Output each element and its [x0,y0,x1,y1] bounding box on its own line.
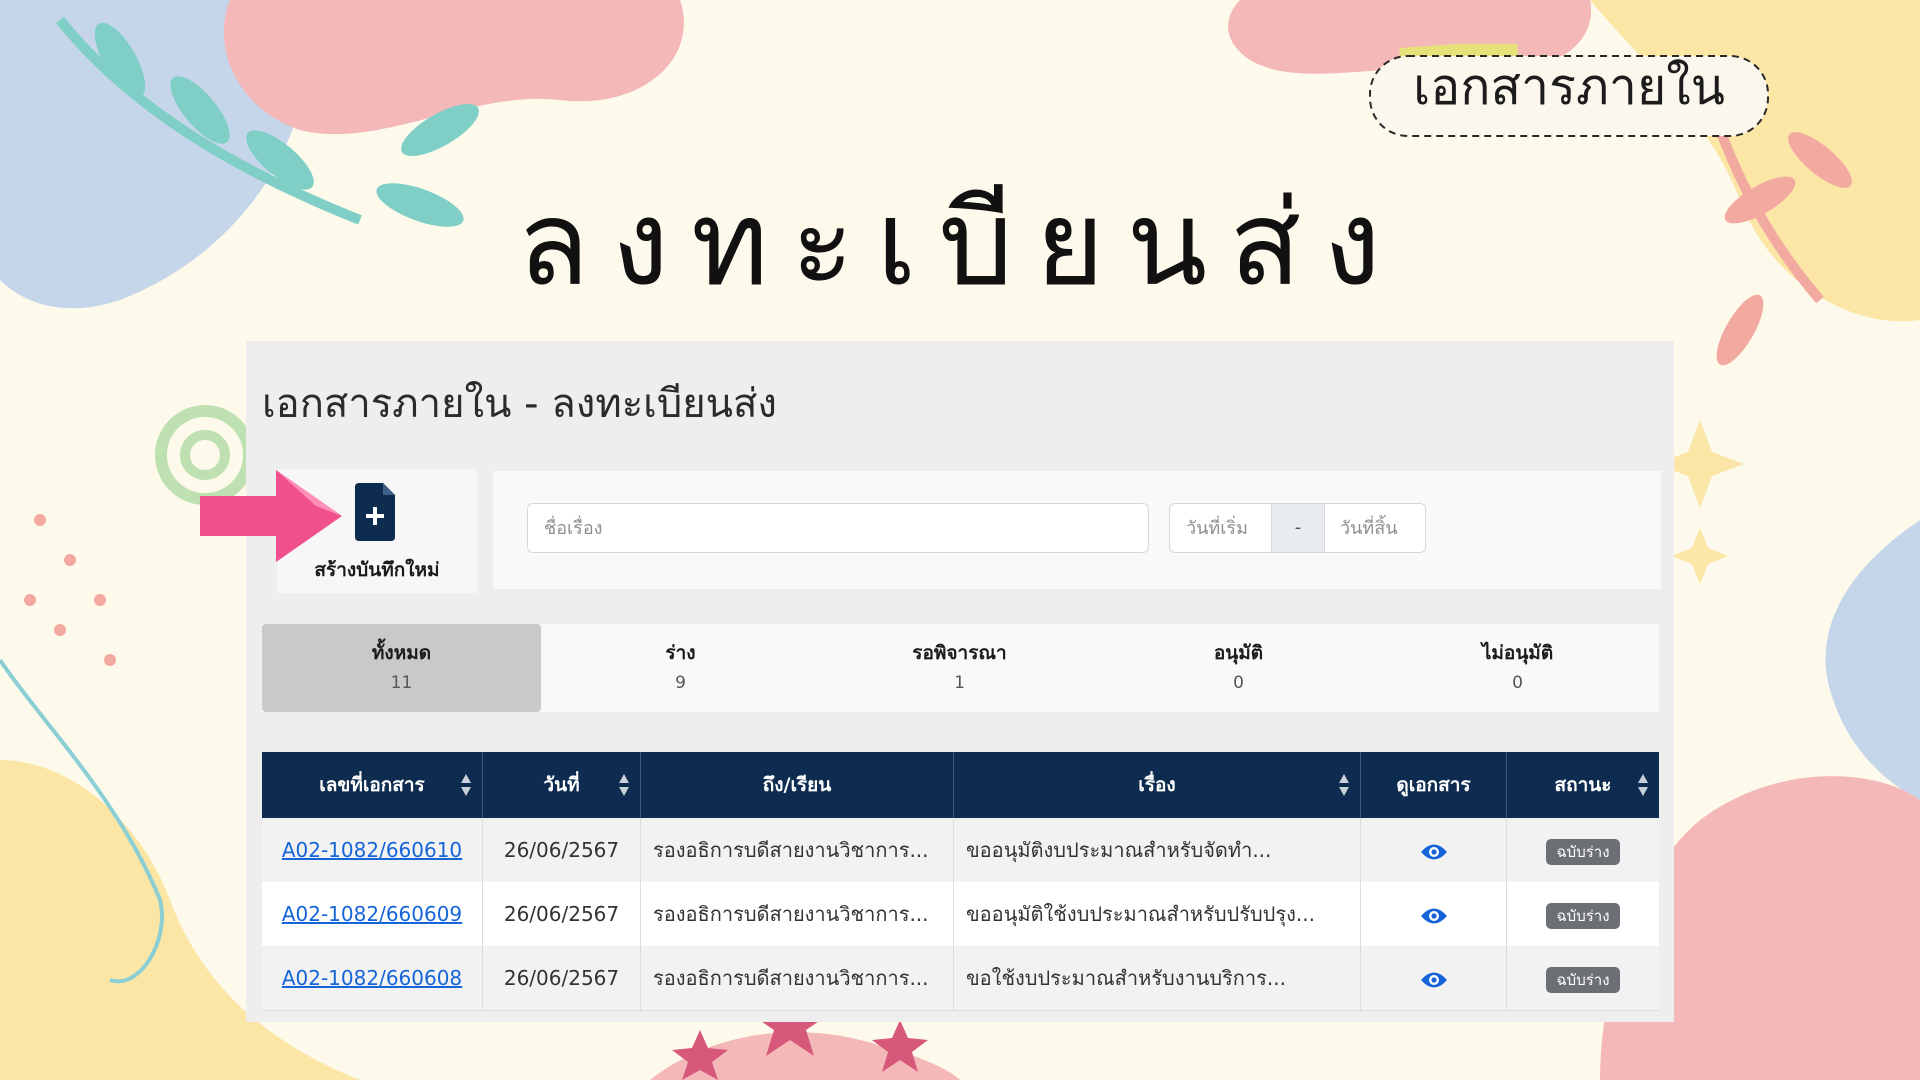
eye-icon[interactable] [1420,907,1448,925]
sort-icon [619,774,629,796]
end-date-input[interactable] [1324,504,1424,552]
table-row: A02-1082/660610 26/06/2567 รองอธิการบดีส… [262,818,1659,883]
tab-label: ไม่อนุมัติ [1481,642,1554,664]
doc-number-link[interactable]: A02-1082/660608 [282,966,462,990]
recipient-cell: รองอธิการบดีสายงานวิชาการ... [641,946,954,1010]
view-cell [1361,946,1507,1010]
sort-icon [1339,774,1349,796]
recipient-cell: รองอธิการบดีสายงานวิชาการ... [641,882,954,946]
date-range-separator: - [1271,504,1325,552]
header-label: ถึง/เรียน [762,774,832,796]
header-doc-number[interactable]: เลขที่เอกสาร [262,752,483,818]
table-row: A02-1082/660609 26/06/2567 รองอธิการบดีส… [262,882,1659,947]
date-cell: 26/06/2567 [483,818,641,882]
date-cell: 26/06/2567 [483,882,641,946]
start-date-input[interactable] [1170,504,1270,552]
subject-cell: ขออนุมัติงบประมาณสำหรับจัดทำ... [954,818,1361,882]
tab-all[interactable]: ทั้งหมด 11 [262,624,541,712]
recipient-cell: รองอธิการบดีสายงานวิชาการ... [641,818,954,882]
filter-bar: - [493,471,1661,589]
eye-icon[interactable] [1420,843,1448,861]
doc-number-cell: A02-1082/660608 [262,946,483,1010]
date-range-picker: - [1169,503,1426,553]
header-date[interactable]: วันที่ [483,752,641,818]
doc-number-link[interactable]: A02-1082/660610 [282,838,462,862]
status-tabs: ทั้งหมด 11 ร่าง 9 รอพิจารณา 1 อนุมัติ 0 … [262,624,1659,712]
doc-number-cell: A02-1082/660610 [262,818,483,882]
app-panel: เอกสารภายใน - ลงทะเบียนส่ง สร้างบันทึกให… [246,341,1674,1022]
tab-count: 9 [675,673,686,693]
doc-number-link[interactable]: A02-1082/660609 [282,902,462,926]
header-label: ดูเอกสาร [1396,774,1471,796]
page-title: เอกสารภายใน - ลงทะเบียนส่ง [262,381,777,427]
header-view: ดูเอกสาร [1361,752,1507,818]
header-subject[interactable]: เรื่อง [954,752,1361,818]
sort-icon [1638,774,1648,796]
table-row: A02-1082/660608 26/06/2567 รองอธิการบดีส… [262,946,1659,1011]
subject-search-input[interactable] [527,503,1149,553]
table-header: เลขที่เอกสาร วันที่ ถึง/เรียน เรื่อง ดูเ… [262,752,1659,818]
sticker-label: เอกสารภายใน [1413,58,1725,116]
header-recipient: ถึง/เรียน [641,752,954,818]
tab-label: ร่าง [665,642,696,664]
tab-count: 0 [1512,673,1523,693]
subject-cell: ขออนุมัติใช้งบประมาณสำหรับปรับปรุง... [954,882,1361,946]
header-label: เลขที่เอกสาร [319,774,425,796]
tab-count: 1 [954,673,965,693]
tab-label: อนุมัติ [1213,642,1264,664]
header-label: เรื่อง [1138,774,1176,796]
tab-approved[interactable]: อนุมัติ 0 [1099,624,1378,712]
tab-label: รอพิจารณา [912,642,1007,664]
eye-icon[interactable] [1420,971,1448,989]
tab-rejected[interactable]: ไม่อนุมัติ 0 [1378,624,1657,712]
status-badge: ฉบับร่าง [1546,902,1620,929]
status-cell: ฉบับร่าง [1507,882,1659,946]
tab-pending[interactable]: รอพิจารณา 1 [820,624,1099,712]
slide-title: ลงทะเบียนส่ง [517,174,1403,312]
pointer-arrow-icon [200,470,342,562]
date-cell: 26/06/2567 [483,946,641,1010]
doc-number-cell: A02-1082/660609 [262,882,483,946]
view-cell [1361,818,1507,882]
sort-icon [461,774,471,796]
header-label: วันที่ [543,774,580,796]
status-cell: ฉบับร่าง [1507,946,1659,1010]
tab-count: 11 [390,673,413,693]
tab-draft[interactable]: ร่าง 9 [541,624,820,712]
subject-cell: ขอใช้งบประมาณสำหรับงานบริการ... [954,946,1361,1010]
file-plus-icon [355,483,395,541]
header-status[interactable]: สถานะ [1507,752,1659,818]
header-label: สถานะ [1554,774,1612,796]
tab-count: 0 [1233,673,1244,693]
status-badge: ฉบับร่าง [1546,966,1620,993]
view-cell [1361,882,1507,946]
status-badge: ฉบับร่าง [1546,838,1620,865]
tab-label: ทั้งหมด [371,642,432,664]
status-cell: ฉบับร่าง [1507,818,1659,882]
